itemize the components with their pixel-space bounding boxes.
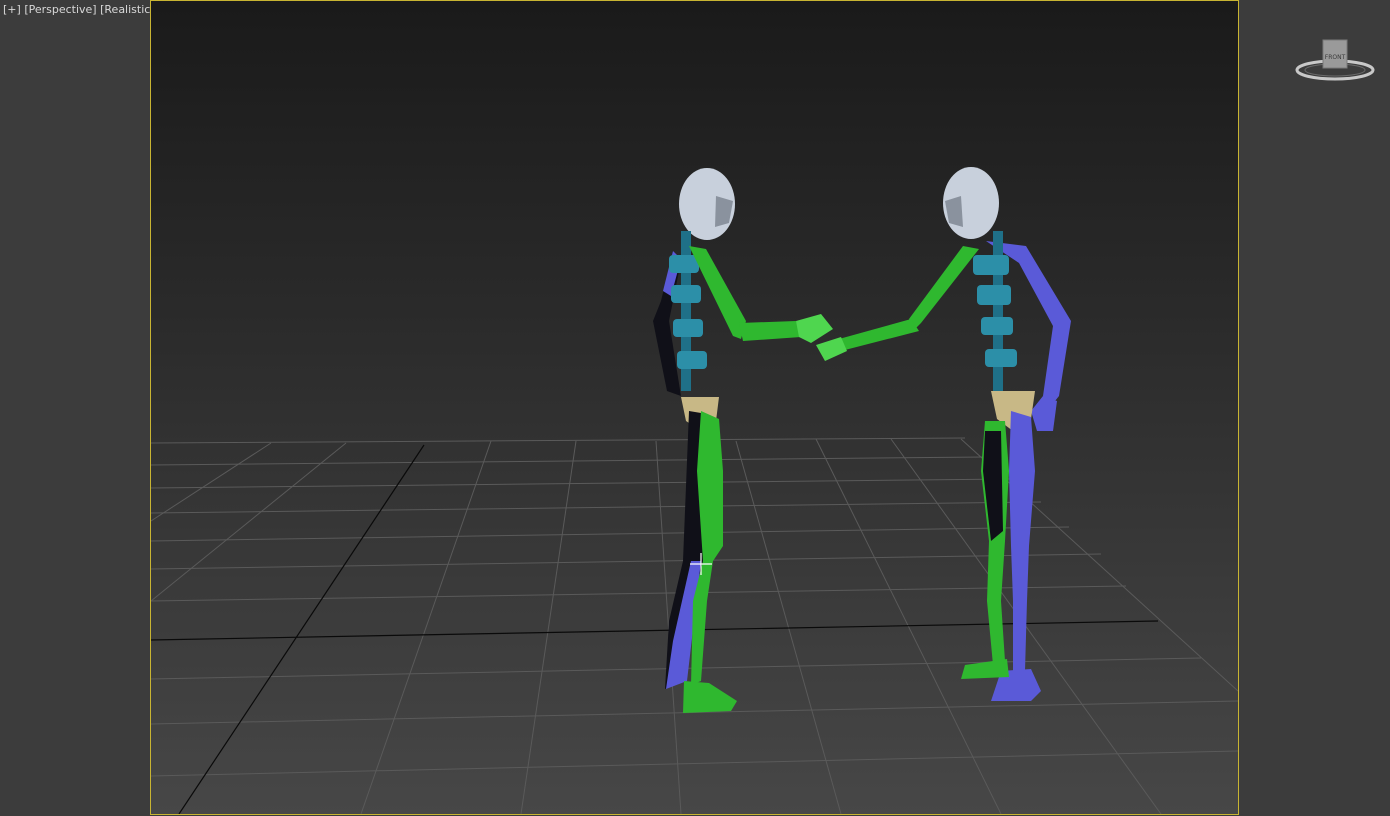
max-viewport-window: [+] [Perspective] [Realistic] FRONT (0, 0, 1390, 816)
viewcube-icon[interactable]: FRONT (1292, 36, 1378, 88)
perspective-viewport[interactable] (150, 0, 1239, 815)
viewport-scene[interactable] (151, 1, 1238, 814)
biped-left-hand[interactable] (796, 314, 833, 343)
viewport-label-menu[interactable]: [+] [Perspective] [Realistic] (3, 3, 155, 16)
biped-right-hand[interactable] (816, 337, 847, 361)
viewport-general-menu[interactable]: [+] (3, 3, 21, 16)
biped-left[interactable] (653, 168, 833, 713)
biped-left-foot[interactable] (683, 681, 737, 713)
viewcube-front-label[interactable]: FRONT (1325, 54, 1346, 61)
viewport-pov-menu[interactable]: [Perspective] (24, 3, 96, 16)
viewport-shading-menu[interactable]: [Realistic] (100, 3, 155, 16)
biped-right-front-arm[interactable] (909, 246, 979, 331)
biped-right[interactable] (816, 167, 1071, 701)
